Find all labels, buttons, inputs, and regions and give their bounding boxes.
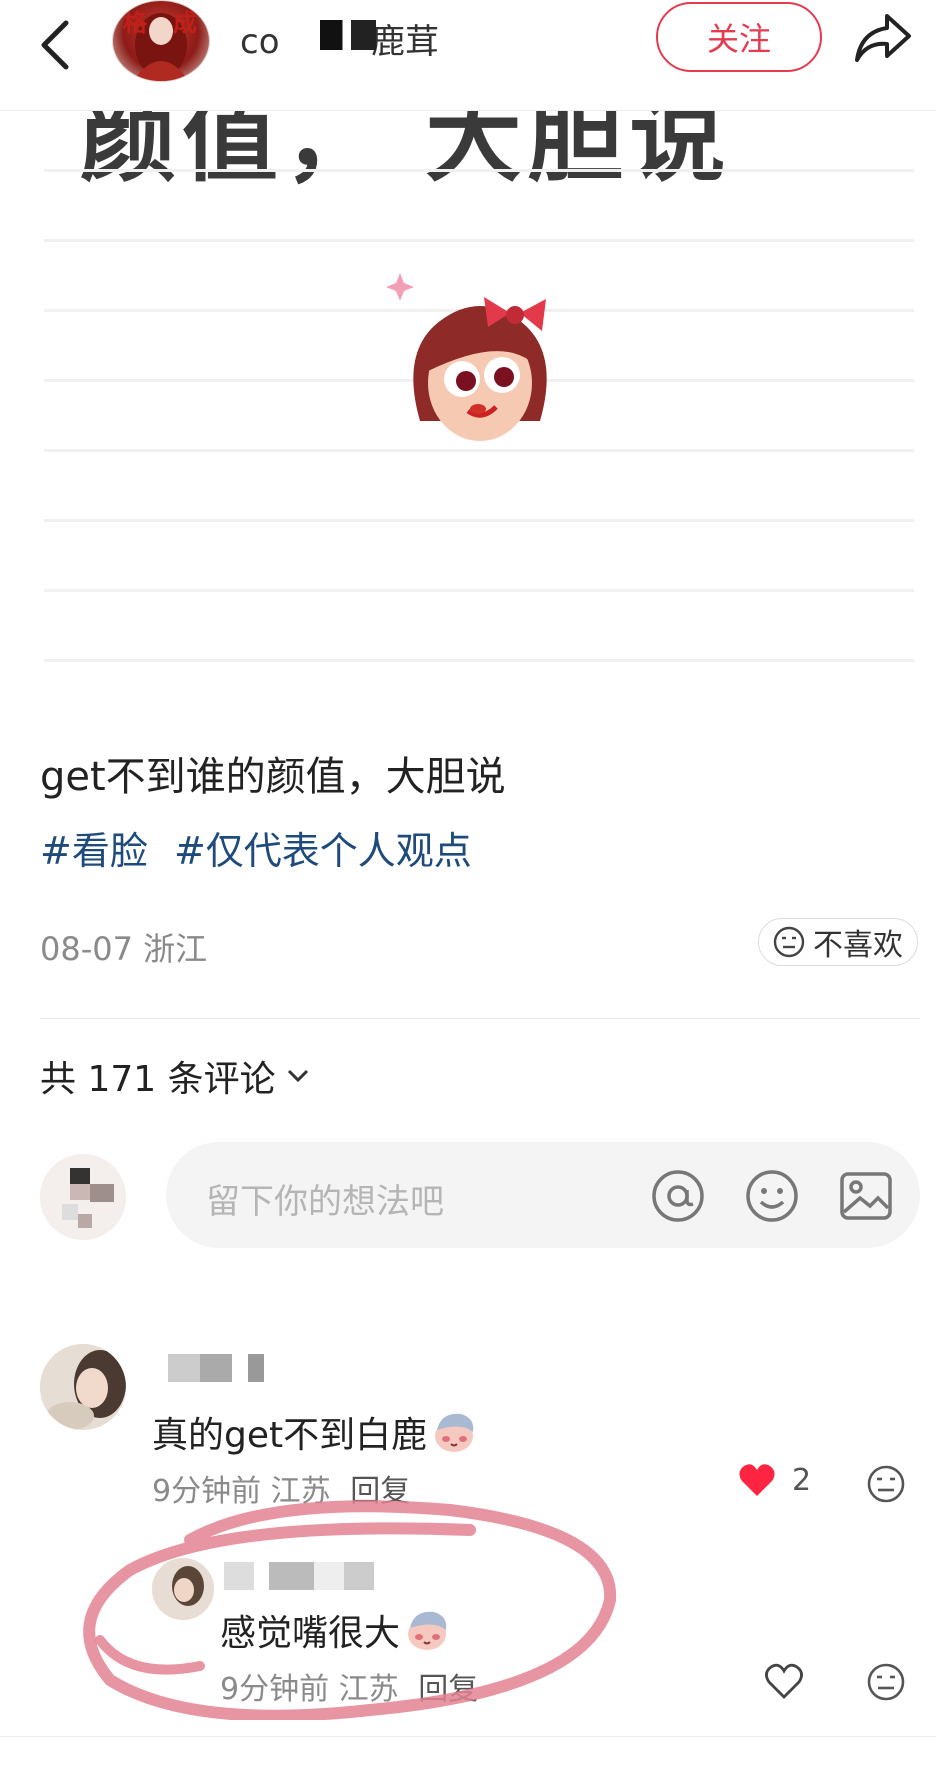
commenter-avatar[interactable] <box>40 1344 126 1430</box>
comment-input[interactable]: 留下你的想法吧 <box>166 1142 920 1248</box>
svg-text:成: 成 <box>173 9 197 37</box>
author-name-suffix: 鹿茸 <box>371 22 440 62</box>
girl-sticker-icon <box>386 273 547 441</box>
author-avatar[interactable]: 格 成 <box>112 0 210 82</box>
ruled-line <box>44 659 914 662</box>
divider <box>0 1736 936 1737</box>
reply-button[interactable]: 回复 <box>350 1474 410 1509</box>
post-caption: get不到谁的颜值，大胆说 <box>40 754 506 800</box>
author-avatar-image: 格 成 <box>123 9 197 81</box>
comment-input-placeholder: 留下你的想法吧 <box>206 1182 444 1222</box>
blushing-emoji-icon <box>435 1413 474 1452</box>
reply-text: 感觉嘴很大 <box>220 1604 450 1656</box>
share-button[interactable] <box>848 6 918 70</box>
post-meta: 08-07 浙江 <box>40 924 207 970</box>
reply-dislike-icon[interactable] <box>866 1662 906 1702</box>
ruled-line <box>44 519 914 522</box>
comment-text-content: 真的get不到白鹿 <box>152 1415 428 1456</box>
author-name-prefix: co <box>240 22 280 62</box>
comment-text: 真的get不到白鹿 <box>152 1406 477 1458</box>
comment-count-toggle[interactable]: 共 171 条评论 <box>40 1050 310 1102</box>
redacted-name-mask <box>320 20 376 50</box>
reply-meta: 9分钟前 江苏 回复 <box>220 1664 478 1708</box>
heart-filled-icon <box>739 1464 775 1496</box>
replier-name-redacted <box>224 1562 374 1590</box>
comment-meta: 9分钟前 江苏 回复 <box>152 1466 410 1510</box>
emoji-icon[interactable] <box>744 1168 800 1224</box>
post-location: 浙江 <box>143 930 208 968</box>
ruled-line <box>44 169 914 172</box>
image-upload-icon[interactable] <box>838 1168 894 1224</box>
reply-text-content: 感觉嘴很大 <box>220 1613 401 1654</box>
hashtag-list: #看脸 #仅代表个人观点 <box>40 820 486 875</box>
blushing-emoji-icon <box>408 1611 447 1650</box>
post-date: 08-07 <box>40 930 133 968</box>
comment-count-label: 共 171 条评论 <box>40 1059 276 1100</box>
chevron-down-icon <box>287 1069 308 1083</box>
top-bar: 格 成 co 鹿茸 关注 <box>0 0 936 111</box>
divider <box>40 1018 920 1019</box>
reply-time: 9分钟前 <box>220 1672 330 1707</box>
hashtag-link[interactable]: #仅代表个人观点 <box>174 829 472 873</box>
image-title-text: 颜值， 大胆说 <box>80 111 732 195</box>
svg-text:格: 格 <box>123 9 148 37</box>
dislike-label: 不喜欢 <box>813 928 903 963</box>
post-image[interactable]: 颜值， 大胆说 <box>0 111 936 691</box>
heart-outline-icon[interactable] <box>764 1662 804 1700</box>
like-button[interactable]: 2 <box>738 1462 811 1498</box>
comment-location: 江苏 <box>270 1474 331 1509</box>
like-count: 2 <box>792 1462 812 1498</box>
hashtag-link[interactable]: #看脸 <box>40 829 148 873</box>
reply-button[interactable]: 回复 <box>418 1672 478 1707</box>
at-mention-icon[interactable] <box>650 1168 706 1224</box>
replier-avatar[interactable] <box>152 1558 214 1620</box>
dislike-button[interactable]: 不喜欢 <box>758 918 918 966</box>
commenter-avatar-image <box>40 1344 126 1430</box>
neutral-face-icon <box>773 926 805 958</box>
my-avatar[interactable] <box>40 1154 126 1240</box>
ruled-line <box>44 239 914 242</box>
chevron-left-icon <box>41 20 69 70</box>
ruled-line <box>44 589 914 592</box>
commenter-name-redacted <box>152 1354 312 1382</box>
back-button[interactable] <box>30 10 80 80</box>
comment-time: 9分钟前 <box>152 1474 262 1509</box>
share-icon <box>855 14 911 62</box>
my-avatar-image <box>40 1154 126 1240</box>
replier-avatar-image <box>152 1558 214 1620</box>
reply-location: 江苏 <box>338 1672 399 1707</box>
follow-button[interactable]: 关注 <box>656 2 822 72</box>
comment-dislike-icon[interactable] <box>866 1464 906 1504</box>
